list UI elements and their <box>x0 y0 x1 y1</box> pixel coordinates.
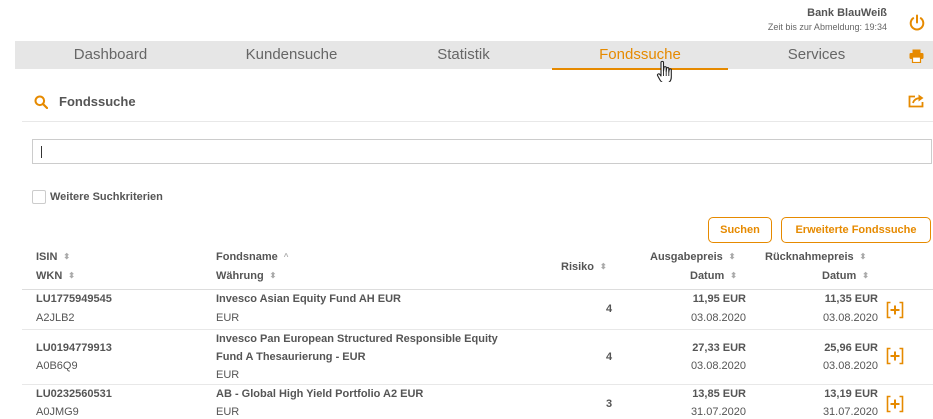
more-criteria-label[interactable]: Weitere Suchkriterien <box>50 191 163 203</box>
panel-header: Fondssuche <box>22 82 933 122</box>
risk-cell: 4 <box>606 303 613 315</box>
tab-dashboard[interactable]: Dashboard <box>15 41 206 69</box>
printer-icon[interactable] <box>909 49 924 63</box>
column-header-fund-name[interactable]: Fondsname ^ <box>216 251 288 263</box>
sort-ascending-icon: ^ <box>283 252 289 261</box>
header-label: Währung <box>216 270 264 282</box>
header-label: Datum <box>690 270 725 282</box>
export-icon[interactable] <box>908 93 925 108</box>
column-header-risk[interactable]: Risiko ⬍ <box>561 261 607 273</box>
isin-cell: LU0232560531 <box>36 388 112 400</box>
sort-icon: ⬍ <box>862 271 869 280</box>
column-header-issue-date[interactable]: Datum ⬍ <box>690 270 737 282</box>
add-icon[interactable] <box>886 395 904 413</box>
sort-icon: ⬍ <box>859 252 867 261</box>
header-label: WKN <box>36 270 63 282</box>
table-row[interactable]: LU0232560531 A0JMG9 AB - Global High Yie… <box>22 385 933 419</box>
fund-name-cell-line2[interactable]: Fund A Thesaurierung - EUR <box>216 348 366 366</box>
currency-cell: EUR <box>216 312 240 324</box>
table-row[interactable]: LU0194779913 A0B6Q9 Invesco Pan European… <box>22 330 933 385</box>
redemption-date-cell: 03.08.2020 <box>822 360 878 372</box>
bank-name: Bank BlauWeiß <box>807 7 887 19</box>
header-label: ISIN <box>36 251 58 263</box>
wkn-cell: A0B6Q9 <box>36 360 78 372</box>
sort-icon: ⬍ <box>600 262 607 271</box>
table-row[interactable]: LU1775949545 A2JLB2 Invesco Asian Equity… <box>22 290 933 330</box>
advanced-search-button[interactable]: Erweiterte Fondssuche <box>781 217 931 243</box>
column-header-redemption-date[interactable]: Datum ⬍ <box>822 270 869 282</box>
sort-icon: ⬍ <box>728 252 736 261</box>
tab-statistik[interactable]: Statistik <box>368 41 559 69</box>
add-icon[interactable] <box>886 347 904 365</box>
issue-date-cell: 03.08.2020 <box>690 312 746 324</box>
fund-name-cell[interactable]: AB - Global High Yield Portfolio A2 EUR <box>216 385 423 403</box>
header-label: Rücknahmepreis <box>765 251 854 263</box>
column-header-issue-price[interactable]: Ausgabepreis ⬍ <box>650 251 735 263</box>
column-header-wkn[interactable]: WKN ⬍ <box>36 270 75 282</box>
redemption-price-cell: 13,19 EUR <box>824 388 878 400</box>
issue-price-cell: 13,85 EUR <box>692 388 746 400</box>
risk-cell: 4 <box>606 351 613 363</box>
tab-fondssuche[interactable]: Fondssuche <box>545 41 735 69</box>
header-label: Datum <box>822 270 857 282</box>
tab-services[interactable]: Services <box>724 41 909 69</box>
add-icon[interactable] <box>886 301 904 319</box>
text-caret <box>41 146 42 158</box>
redemption-date-cell: 03.08.2020 <box>822 312 878 324</box>
logout-timer: Zeit bis zur Abmeldung: 19:34 <box>767 22 887 32</box>
wkn-cell: A2JLB2 <box>36 312 75 324</box>
issue-date-cell: 03.08.2020 <box>690 360 746 372</box>
isin-cell: LU0194779913 <box>36 342 112 354</box>
sort-icon: ⬍ <box>63 252 71 261</box>
search-input[interactable] <box>32 139 932 164</box>
fund-name-cell[interactable]: Invesco Asian Equity Fund AH EUR <box>216 290 401 308</box>
search-button[interactable]: Suchen <box>708 217 772 243</box>
issue-date-cell: 31.07.2020 <box>690 406 746 418</box>
panel-title: Fondssuche <box>59 94 136 109</box>
redemption-price-cell: 11,35 EUR <box>824 293 878 305</box>
header-label: Risiko <box>561 261 595 273</box>
issue-price-cell: 11,95 EUR <box>692 293 746 305</box>
currency-cell: EUR <box>216 406 240 418</box>
fund-name-cell[interactable]: Invesco Pan European Structured Responsi… <box>216 330 498 348</box>
issue-price-cell: 27,33 EUR <box>692 342 746 354</box>
sort-icon: ⬍ <box>68 271 75 280</box>
redemption-price-cell: 25,96 EUR <box>824 342 878 354</box>
top-bar: Bank BlauWeiß Zeit bis zur Abmeldung: 19… <box>0 0 933 41</box>
power-icon[interactable] <box>908 14 926 32</box>
wkn-cell: A0JMG9 <box>36 406 79 418</box>
more-criteria-checkbox[interactable] <box>32 190 46 204</box>
isin-cell: LU1775949545 <box>36 293 112 305</box>
risk-cell: 3 <box>606 398 613 410</box>
header-label: Ausgabepreis <box>650 251 723 263</box>
sort-icon: ⬍ <box>730 271 737 280</box>
sort-icon: ⬍ <box>269 271 277 280</box>
main-nav: Dashboard Kundensuche Statistik Fondssuc… <box>15 41 933 69</box>
column-header-isin[interactable]: ISIN ⬍ <box>36 251 70 263</box>
column-header-currency[interactable]: Währung ⬍ <box>216 270 276 282</box>
column-header-redemption-price[interactable]: Rücknahmepreis ⬍ <box>765 251 866 263</box>
search-icon <box>34 95 48 109</box>
redemption-date-cell: 31.07.2020 <box>822 406 878 418</box>
tab-kundensuche[interactable]: Kundensuche <box>196 41 387 69</box>
active-tab-indicator <box>552 68 728 70</box>
header-label: Fondsname <box>216 251 278 263</box>
currency-cell: EUR <box>216 369 240 381</box>
